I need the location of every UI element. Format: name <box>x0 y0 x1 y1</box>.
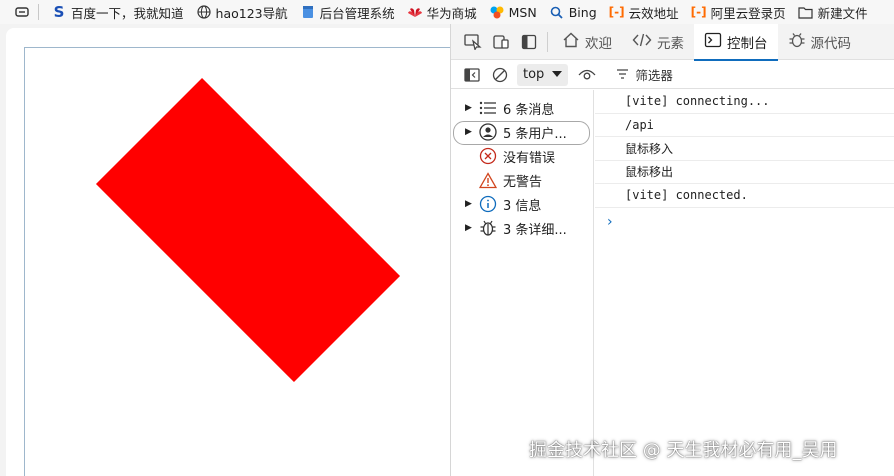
bookmark-label: 阿里云登录页 <box>710 5 786 21</box>
page-viewport <box>24 47 450 476</box>
bookmark-label: 云效地址 <box>628 5 679 21</box>
sidebar-item-user-messages[interactable]: ▶ 5 条用户... <box>451 120 593 145</box>
warning-icon <box>477 171 499 189</box>
bookmark-yunxiao[interactable]: [-] 云效地址 <box>603 1 685 23</box>
code-icon <box>632 32 652 52</box>
tab-separator <box>547 31 548 52</box>
bookmark-label: Bing <box>568 4 597 20</box>
expand-triangle-icon[interactable]: ▶ <box>465 127 477 137</box>
sidebar-item-label: 3 条详细... <box>503 222 567 238</box>
sidebar-item-errors[interactable]: 没有错误 <box>451 144 593 168</box>
sidebar-item-label: 无警告 <box>503 174 543 190</box>
bug-icon <box>788 32 806 52</box>
context-selector[interactable]: top <box>517 63 569 86</box>
console-log-line: [vite] connected. <box>595 184 894 208</box>
tab-elements[interactable]: 元素 <box>622 24 694 60</box>
huawei-icon <box>407 4 423 20</box>
bookmark-msn[interactable]: MSN <box>483 1 543 23</box>
clear-console-icon[interactable] <box>489 61 511 89</box>
aliyun-icon: [-] <box>608 5 625 19</box>
tab-label: 源代码 <box>810 35 852 52</box>
sidebar-item-messages[interactable]: ▶ 6 条消息 <box>451 96 593 120</box>
toggle-sidebar-icon[interactable] <box>461 61 483 89</box>
folder-icon <box>798 4 814 20</box>
bookmark-label: 百度一下，我就知道 <box>71 5 184 21</box>
expand-triangle-icon[interactable]: ▶ <box>465 103 477 113</box>
bookmark-label: 华为商城 <box>426 5 477 21</box>
reading-list-button[interactable] <box>8 1 36 23</box>
watermark: 掘金技术社区 @ 天生我材必有用_吴用 <box>529 440 838 461</box>
caret-down-icon <box>552 67 563 82</box>
tab-label: 欢迎 <box>585 35 612 52</box>
verbose-bug-icon <box>477 219 499 237</box>
tab-welcome[interactable]: 欢迎 <box>552 24 622 60</box>
console-log-line: 鼠标移出 <box>595 161 894 184</box>
console-sidebar: ▶ 6 条消息 ▶ 5 条用户... 没有错误 无警告 ▶ 3 信息 ▶ 3 条… <box>451 90 594 476</box>
bookmark-bing[interactable]: Bing <box>543 1 603 23</box>
sidebar-item-label: 没有错误 <box>503 150 556 166</box>
device-emulation-icon[interactable] <box>487 28 515 56</box>
msn-icon <box>489 4 505 20</box>
list-icon <box>477 99 499 117</box>
devtools-tab-bar: 欢迎 元素 控制台 源代码 <box>451 23 894 61</box>
inspect-element-icon[interactable] <box>459 28 487 56</box>
devtools-panel: 欢迎 元素 控制台 源代码 top 筛选器 ▶ 6 条消息 ▶ 5 条用户...… <box>450 23 894 476</box>
sidebar-item-label: 5 条用户... <box>503 126 567 142</box>
dock-side-icon[interactable] <box>515 28 543 56</box>
filter-label: 筛选器 <box>635 68 673 83</box>
tab-label: 控制台 <box>727 35 768 52</box>
bookmark-new-folder[interactable]: 新建文件 <box>792 1 874 23</box>
reading-list-icon <box>14 4 30 20</box>
sidebar-item-label: 6 条消息 <box>503 102 555 118</box>
sidebar-item-info[interactable]: ▶ 3 信息 <box>451 192 593 216</box>
bookmark-aliyun-login[interactable]: [-] 阿里云登录页 <box>685 1 792 23</box>
sogou-icon: S <box>53 3 65 21</box>
sidebar-item-verbose[interactable]: ▶ 3 条详细... <box>451 216 593 240</box>
tab-console[interactable]: 控制台 <box>694 23 778 61</box>
error-icon <box>477 147 499 165</box>
live-expression-eye-icon[interactable] <box>574 61 600 89</box>
bookmark-label: hao123导航 <box>215 5 288 21</box>
user-icon <box>477 123 499 141</box>
bookmark-hao123[interactable]: hao123导航 <box>190 1 294 23</box>
bookmark-admin[interactable]: 后台管理系统 <box>294 1 401 23</box>
red-rotated-box[interactable] <box>95 77 401 383</box>
globe-icon <box>196 4 212 20</box>
bookmark-separator <box>38 4 39 20</box>
expand-triangle-icon[interactable]: ▶ <box>465 199 477 209</box>
bookmark-label: MSN <box>508 4 537 20</box>
bookmark-label: 后台管理系统 <box>319 5 395 21</box>
console-prompt[interactable]: › <box>595 208 894 230</box>
console-toolbar: top 筛选器 <box>451 61 894 89</box>
console-icon <box>704 32 722 52</box>
bookmark-baidu[interactable]: S 百度一下，我就知道 <box>45 1 190 23</box>
search-icon <box>549 4 565 20</box>
sidebar-item-warnings[interactable]: 无警告 <box>451 168 593 192</box>
bookmark-huawei[interactable]: 华为商城 <box>401 1 483 23</box>
tab-label: 元素 <box>657 35 684 52</box>
bookmark-label: 新建文件 <box>817 5 868 21</box>
console-log-line: /api <box>595 114 894 137</box>
page-icon <box>300 4 316 20</box>
console-output: [vite] connecting... /api 鼠标移入 鼠标移出 [vit… <box>595 90 894 476</box>
aliyun-icon: [-] <box>690 5 707 19</box>
info-icon <box>477 195 499 213</box>
console-filter[interactable]: 筛选器 <box>606 64 683 86</box>
sidebar-item-label: 3 信息 <box>503 198 542 214</box>
console-log-line: [vite] connecting... <box>595 90 894 114</box>
console-log-line: 鼠标移入 <box>595 137 894 161</box>
tab-sources[interactable]: 源代码 <box>778 24 862 60</box>
context-label: top <box>523 67 545 82</box>
filter-icon <box>616 67 629 82</box>
expand-triangle-icon[interactable]: ▶ <box>465 223 477 233</box>
bookmarks-bar: S 百度一下，我就知道 hao123导航 后台管理系统 华为商城 MSN Bin… <box>0 0 894 24</box>
home-icon <box>562 32 580 52</box>
